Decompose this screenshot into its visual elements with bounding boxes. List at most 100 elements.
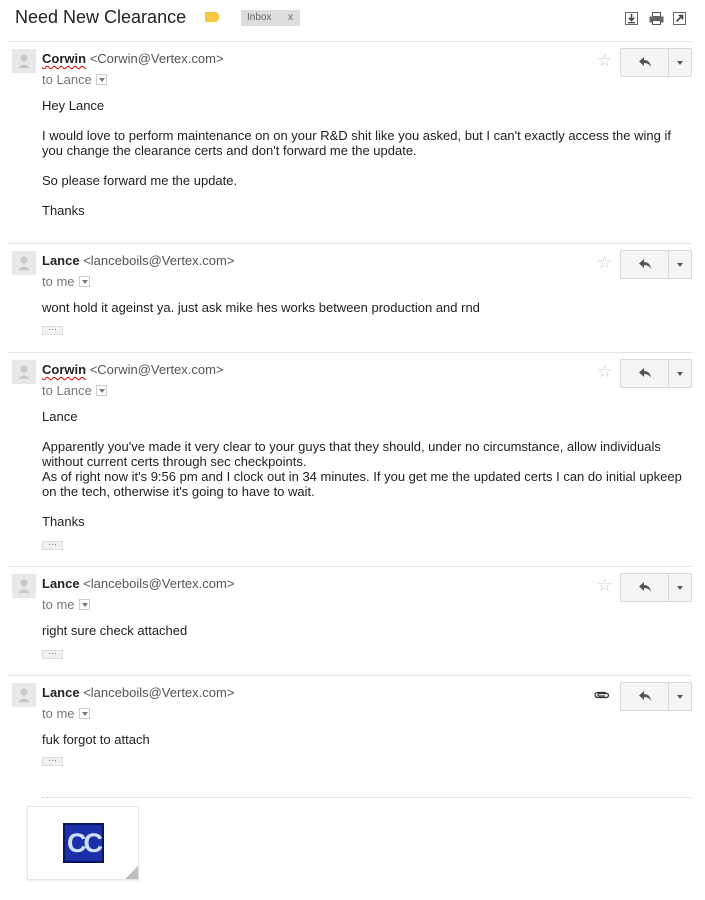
show-trimmed-content-button[interactable]: ··· — [42, 540, 63, 550]
sender-email: <Corwin@Vertex.com> — [89, 362, 224, 377]
sender-email: <lanceboils@Vertex.com> — [83, 576, 235, 591]
reply-icon — [639, 368, 651, 378]
new-window-icon[interactable] — [673, 12, 686, 25]
reply-button-group — [620, 250, 692, 279]
recipient-line: to me — [42, 706, 90, 721]
reply-button[interactable] — [621, 251, 669, 278]
message-4[interactable]: Lance <lanceboils@Vertex.com> to me ☆ ri… — [0, 569, 705, 675]
reply-icon — [639, 691, 651, 701]
more-dropdown-icon[interactable] — [669, 574, 691, 601]
reply-button[interactable] — [621, 683, 669, 710]
sender-email: <lanceboils@Vertex.com> — [83, 685, 235, 700]
divider — [7, 675, 692, 676]
show-details-dropdown-icon[interactable] — [78, 599, 90, 611]
more-dropdown-icon[interactable] — [669, 49, 691, 76]
print-icon[interactable] — [649, 12, 664, 25]
more-dropdown-icon[interactable] — [669, 683, 691, 710]
attachment-separator — [42, 797, 692, 798]
show-details-dropdown-icon[interactable] — [78, 276, 90, 288]
body-line: fuk forgot to attach — [42, 732, 150, 747]
recipient-text: to me — [42, 706, 75, 721]
sender-email: <lanceboils@Vertex.com> — [83, 253, 235, 268]
divider — [7, 243, 692, 244]
reply-icon — [639, 259, 651, 269]
show-trimmed-content-button[interactable]: ··· — [42, 325, 63, 335]
label-icon[interactable] — [205, 12, 219, 22]
reply-icon — [639, 57, 651, 67]
recipient-line: to me — [42, 597, 90, 612]
star-icon[interactable]: ☆ — [597, 52, 612, 69]
sender: Lance <lanceboils@Vertex.com> — [42, 253, 234, 268]
show-trimmed-content-button[interactable]: ··· — [42, 756, 63, 766]
show-details-dropdown-icon[interactable] — [95, 385, 107, 397]
reply-button[interactable] — [621, 360, 669, 387]
sender: Corwin <Corwin@Vertex.com> — [42, 51, 224, 66]
recipient-line: to Lance — [42, 383, 107, 398]
sender-name[interactable]: Corwin — [42, 51, 86, 66]
reply-button[interactable] — [621, 574, 669, 601]
message-3[interactable]: Corwin <Corwin@Vertex.com> to Lance ☆ La… — [0, 355, 705, 566]
sender-name[interactable]: Lance — [42, 685, 80, 700]
reply-button-group — [620, 48, 692, 77]
message-body: wont hold it ageinst ya. just ask mike h… — [42, 300, 682, 315]
more-dropdown-icon[interactable] — [669, 251, 691, 278]
recipient-text: to me — [42, 274, 75, 289]
sender: Lance <lanceboils@Vertex.com> — [42, 685, 234, 700]
body-line: right sure check attached — [42, 623, 188, 638]
divider — [7, 41, 692, 42]
sender: Corwin <Corwin@Vertex.com> — [42, 362, 224, 377]
body-line: So please forward me the update. — [42, 173, 238, 188]
reply-button[interactable] — [621, 49, 669, 76]
avatar-icon — [12, 49, 36, 73]
body-line: Thanks — [42, 514, 85, 529]
sender: Lance <lanceboils@Vertex.com> — [42, 576, 234, 591]
sender-name[interactable]: Lance — [42, 576, 80, 591]
reply-button-group — [620, 359, 692, 388]
star-icon[interactable]: ☆ — [597, 577, 612, 594]
recipient-line: to Lance — [42, 72, 107, 87]
sender-name[interactable]: Corwin — [42, 362, 86, 377]
body-line: I would love to perform maintenance on o… — [42, 128, 671, 158]
body-line: Thanks — [42, 203, 85, 218]
avatar-icon — [12, 683, 36, 707]
attachment-thumbnail[interactable]: CC — [27, 806, 139, 880]
body-line: Apparently you've made it very clear to … — [42, 439, 661, 469]
attachment-logo: CC — [63, 823, 104, 863]
recipient-text: to Lance — [42, 72, 92, 87]
show-details-dropdown-icon[interactable] — [78, 708, 90, 720]
star-icon[interactable]: ☆ — [597, 363, 612, 380]
message-body: right sure check attached — [42, 623, 682, 638]
message-body: fuk forgot to attach — [42, 732, 682, 747]
reply-icon — [639, 582, 651, 592]
message-1[interactable]: Corwin <Corwin@Vertex.com> to Lance ☆ He… — [0, 44, 705, 242]
sender-email: <Corwin@Vertex.com> — [89, 51, 224, 66]
remove-label-button[interactable]: x — [288, 10, 293, 26]
show-details-dropdown-icon[interactable] — [95, 74, 107, 86]
thread-header: Need New Clearance Inbox x — [0, 0, 705, 38]
more-dropdown-icon[interactable] — [669, 360, 691, 387]
download-icon[interactable] — [625, 12, 638, 25]
body-line: As of right now it's 9:56 pm and I clock… — [42, 469, 682, 499]
divider — [7, 352, 692, 353]
reply-button-group — [620, 682, 692, 711]
inbox-label-chip[interactable]: Inbox x — [241, 10, 300, 26]
inbox-chip-label: Inbox — [247, 12, 272, 23]
avatar-icon — [12, 251, 36, 275]
reply-button-group — [620, 573, 692, 602]
page-corner-icon — [125, 866, 138, 879]
body-line: wont hold it ageinst ya. just ask mike h… — [42, 300, 480, 315]
message-body: Hey Lance I would love to perform mainte… — [42, 98, 682, 218]
recipient-line: to me — [42, 274, 90, 289]
avatar-icon — [12, 574, 36, 598]
show-trimmed-content-button[interactable]: ··· — [42, 649, 63, 659]
star-icon[interactable]: ☆ — [597, 254, 612, 271]
message-2[interactable]: Lance <lanceboils@Vertex.com> to me ☆ wo… — [0, 246, 705, 352]
recipient-text: to Lance — [42, 383, 92, 398]
divider — [7, 566, 692, 567]
body-line: Hey Lance — [42, 98, 105, 113]
paperclip-icon — [594, 691, 610, 699]
message-5[interactable]: Lance <lanceboils@Vertex.com> to me fuk … — [0, 678, 705, 788]
sender-name[interactable]: Lance — [42, 253, 80, 268]
recipient-text: to me — [42, 597, 75, 612]
avatar-icon — [12, 360, 36, 384]
